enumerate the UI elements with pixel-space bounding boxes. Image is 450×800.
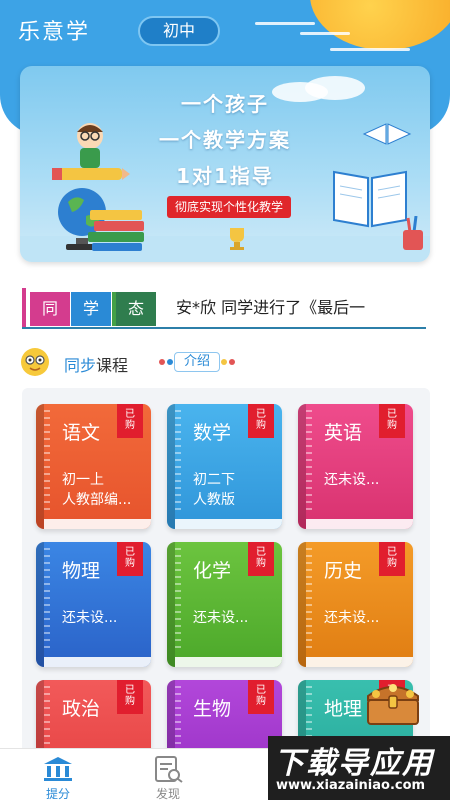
course-name: 政治 [62, 698, 101, 720]
course-name: 化学 [193, 560, 232, 582]
course-card-chinese[interactable]: 语文 已购 初一上 人教部编... [36, 404, 151, 529]
intro-button[interactable]: 介绍 [158, 352, 236, 374]
promo-banner[interactable]: 一个孩子 一个教学方案 1对1指导 彻底实现个性化教学 [20, 66, 430, 262]
section-title: 同步课程 [64, 352, 128, 376]
dynamics-label-char: 学 [71, 292, 111, 326]
banner-line-3: 1对1指导 [176, 164, 274, 188]
course-info: 初二下 人教版 [193, 472, 235, 508]
course-name: 数学 [193, 422, 232, 444]
bank-icon [44, 757, 72, 781]
trophy-icon [230, 228, 244, 250]
course-card-chemistry[interactable]: 化学 已购 还未设... [167, 542, 282, 667]
course-info: 还未设... [324, 472, 380, 488]
dynamics-ticker[interactable]: 安*欣 同学进行了《最后一 [176, 294, 426, 318]
banner-line-1: 一个孩子 [181, 92, 269, 116]
nav-label: 提分 [45, 787, 70, 800]
course-name: 语文 [62, 422, 101, 444]
course-info: 还未设... [193, 610, 249, 626]
cloud-decoration [255, 22, 315, 25]
course-name: 物理 [62, 560, 101, 582]
watermark-url: www.xiazainiao.com [276, 778, 426, 793]
dynamics-underline [22, 327, 426, 329]
dynamics-accent-bar [22, 288, 26, 328]
course-name: 历史 [324, 560, 363, 582]
purchased-badge: 已购 [117, 542, 143, 576]
course-card-english[interactable]: 英语 已购 还未设... [298, 404, 413, 529]
treasure-chest-icon[interactable] [362, 676, 424, 728]
section-title-rest: 课程 [96, 356, 129, 375]
nav-tab-discover[interactable]: 发现 [138, 753, 198, 800]
grade-selector-button[interactable]: 初中 [138, 16, 220, 46]
section-title-highlight: 同步 [64, 356, 97, 375]
purchased-badge: 已购 [117, 680, 143, 714]
dynamics-label-char: 态 [116, 292, 156, 326]
dynamics-label-char: 同 [30, 292, 70, 326]
purchased-badge: 已购 [379, 404, 405, 438]
course-card-physics[interactable]: 物理 已购 还未设... [36, 542, 151, 667]
dots-decoration-icon [159, 359, 173, 365]
smiley-glasses-icon [21, 348, 49, 376]
watermark-title: 下载导应用 [274, 746, 434, 781]
course-card-math[interactable]: 数学 已购 初二下 人教版 [167, 404, 282, 529]
purchased-badge: 已购 [248, 680, 274, 714]
purchased-badge: 已购 [248, 404, 274, 438]
course-name: 英语 [324, 422, 363, 444]
dots-decoration-icon [221, 359, 235, 365]
app-title: 乐意学 [18, 20, 91, 45]
course-info: 还未设... [62, 610, 118, 626]
cloud-decoration [300, 32, 350, 35]
nav-label: 发现 [155, 787, 180, 800]
course-name: 地理 [324, 698, 363, 720]
purchased-badge: 已购 [248, 542, 274, 576]
cloud-decoration [330, 48, 410, 51]
course-info: 初一上 人教部编... [62, 472, 132, 508]
banner-line-2: 一个教学方案 [159, 128, 291, 152]
purchased-badge: 已购 [379, 542, 405, 576]
course-info: 还未设... [324, 610, 380, 626]
course-card-history[interactable]: 历史 已购 还未设... [298, 542, 413, 667]
course-name: 生物 [193, 698, 232, 720]
search-list-icon [155, 756, 183, 783]
banner-tag: 彻底实现个性化教学 [167, 196, 292, 218]
intro-label: 介绍 [174, 352, 220, 372]
watermark: 下载导应用 www.xiazainiao.com [268, 736, 450, 800]
pen-cup-icon [403, 216, 423, 250]
nav-tab-score[interactable]: 提分 [28, 753, 88, 800]
books-stack-illustration [88, 210, 144, 251]
purchased-badge: 已购 [117, 404, 143, 438]
